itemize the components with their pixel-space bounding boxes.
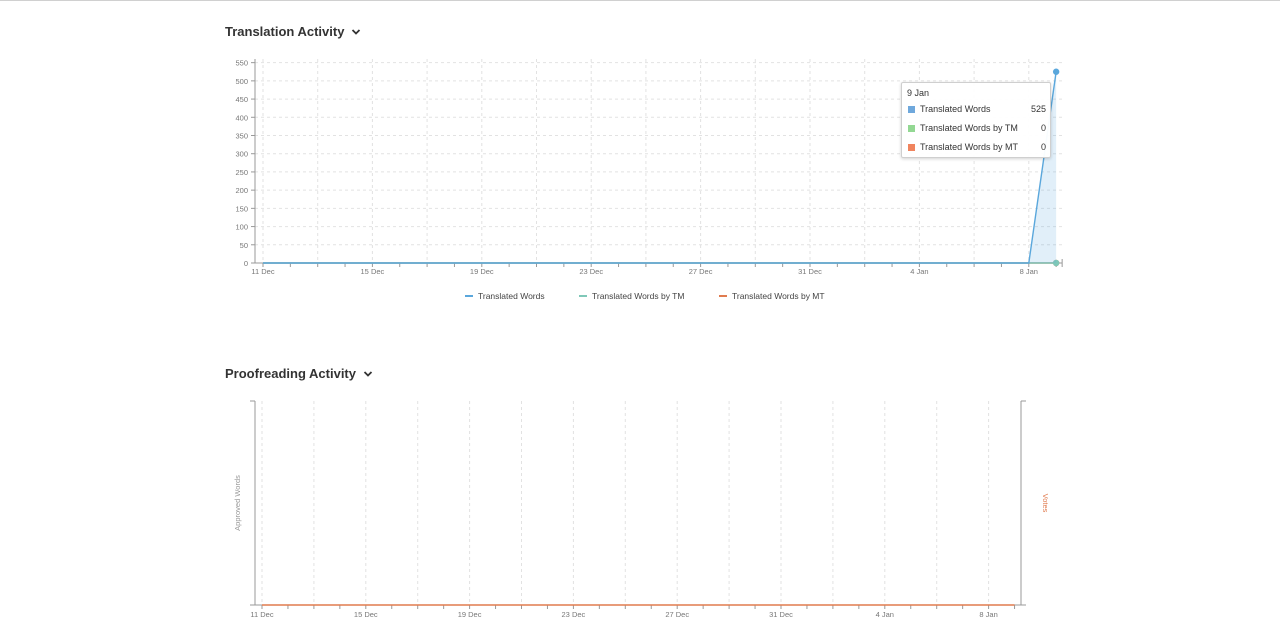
tooltip-date: 9 Jan: [907, 88, 930, 98]
tooltip-row-translated-words-mt: Translated Words by MT 0: [908, 141, 1046, 153]
legend-item: Translated Words by MT: [719, 291, 825, 301]
y-tick-label: 200: [235, 186, 248, 195]
x-tick-label: 11 Dec: [250, 610, 273, 619]
x-tick-label: 23 Dec: [579, 267, 603, 276]
tooltip-row-translated-words: Translated Words 525: [908, 103, 1046, 115]
tooltip-value: 0: [1040, 123, 1046, 133]
tooltip-label: Translated Words: [920, 104, 991, 114]
tooltip-value: 525: [1030, 104, 1046, 114]
tooltip-swatch: [908, 124, 915, 132]
x-tick-label: 8 Jan: [979, 610, 997, 619]
x-tick-label: 15 Dec: [361, 267, 385, 276]
x-tick-label: 27 Dec: [689, 267, 713, 276]
y-tick-label: 300: [235, 150, 248, 159]
legend-item: Translated Words: [465, 291, 545, 301]
x-tick-label: 8 Jan: [1020, 267, 1038, 276]
chart-tooltip: 9 Jan Translated Words 525 Translated Wo…: [901, 82, 1051, 158]
series-point: [1052, 68, 1060, 75]
tooltip-row-translated-words-tm: Translated Words by TM 0: [908, 122, 1046, 134]
x-tick-label: 27 Dec: [665, 610, 689, 619]
tooltip-swatch: [908, 105, 915, 113]
y-axis-title: Approved Words: [233, 475, 242, 531]
y-tick-label: 100: [235, 223, 248, 232]
x-tick-label: 4 Jan: [876, 610, 894, 619]
tooltip-value: 0: [1040, 142, 1046, 152]
y-tick-label: 150: [235, 204, 248, 213]
tooltip-label: Translated Words by TM: [920, 123, 1018, 133]
y-tick-label: 0: [244, 259, 248, 268]
legend-item: Translated Words by TM: [579, 291, 684, 301]
tooltip-swatch: [908, 143, 915, 151]
y-tick-label: 500: [235, 77, 248, 86]
x-tick-label: 23 Dec: [562, 610, 586, 619]
proofreading-activity-title[interactable]: Proofreading Activity: [225, 366, 373, 381]
x-tick-label: 19 Dec: [470, 267, 494, 276]
legend-label: Translated Words by TM: [592, 291, 684, 301]
legend-label: Translated Words: [478, 291, 545, 301]
x-tick-label: 31 Dec: [798, 267, 822, 276]
proofreading-activity-label: Proofreading Activity: [225, 366, 356, 381]
y-tick-label: 550: [235, 59, 248, 68]
y2-axis-title: Votes: [1041, 494, 1050, 513]
x-tick-label: 31 Dec: [769, 610, 793, 619]
y-tick-label: 450: [235, 95, 248, 104]
x-tick-label: 15 Dec: [354, 610, 378, 619]
x-tick-label: 19 Dec: [458, 610, 482, 619]
y-tick-label: 250: [235, 168, 248, 177]
chevron-down-icon: [363, 370, 373, 377]
translation-activity-chart: 0 50 100 150 200 250 300 350 400 450 500 550 11 Dec 1…: [233, 59, 1063, 619]
legend-label: Translated Words by MT: [732, 291, 825, 301]
y-tick-label: 400: [235, 113, 248, 122]
y-tick-label: 350: [235, 132, 248, 141]
y-tick-label: 50: [240, 241, 248, 250]
x-tick-label: 11 Dec: [251, 267, 274, 276]
x-tick-label: 4 Jan: [910, 267, 928, 276]
tooltip-label: Translated Words by MT: [920, 142, 1019, 152]
